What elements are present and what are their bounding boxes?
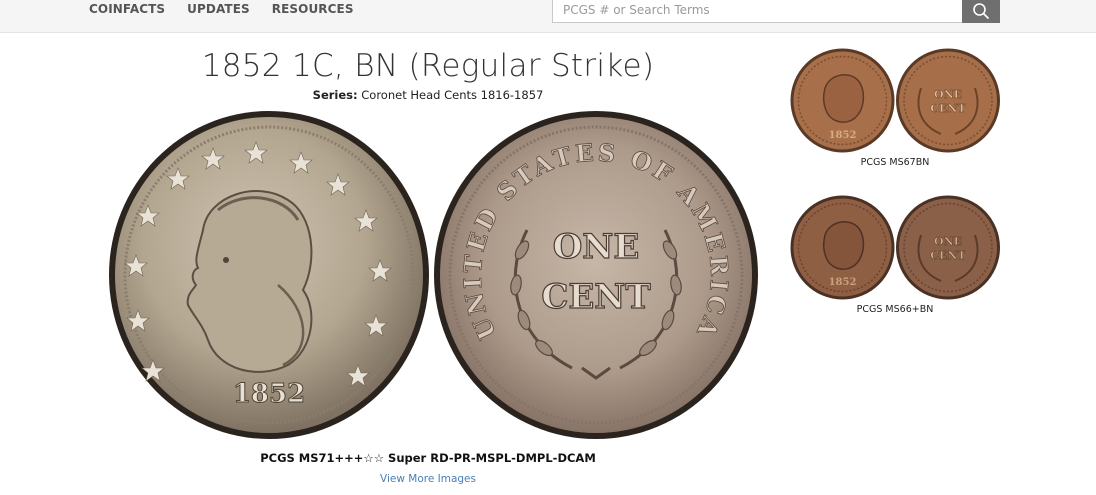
svg-text:CENT: CENT	[930, 102, 966, 115]
page-title: 1852 1C, BN (Regular Strike)	[201, 48, 655, 84]
nav-item-updates[interactable]: UPDATES	[187, 0, 250, 18]
series-line: Series: Coronet Head Cents 1816-1857	[90, 87, 766, 103]
search-box	[552, 0, 963, 23]
search-input[interactable]	[553, 0, 962, 22]
thumb-1-grade: PCGS MS67BN	[860, 157, 930, 168]
svg-text:1852: 1852	[829, 277, 857, 288]
svg-text:ONE: ONE	[934, 235, 962, 248]
search-button[interactable]	[962, 0, 1000, 23]
thumb-1-reverse[interactable]: ONE CENT	[896, 48, 1000, 153]
thumb-2-reverse[interactable]: ONE CENT	[896, 195, 1000, 300]
top-bar: COINFACTS UPDATES RESOURCES	[0, 0, 1096, 33]
reverse-line2: CENT	[541, 277, 650, 317]
svg-text:ONE: ONE	[934, 88, 962, 101]
view-more-images-link[interactable]: View More Images	[380, 473, 476, 485]
coin-obverse-image[interactable]: 1852	[108, 110, 430, 440]
series-value: Coronet Head Cents 1816-1857	[361, 88, 544, 102]
main-nav: COINFACTS UPDATES RESOURCES	[89, 0, 354, 18]
thumb-1-obverse[interactable]: 1852	[790, 48, 895, 153]
coin-reverse-image[interactable]: UNITED STATES OF AMERICA ONE CENT	[432, 110, 760, 440]
svg-text:1852: 1852	[829, 130, 857, 141]
thumb-2-grade: PCGS MS66+BN	[856, 304, 934, 315]
nav-item-coinfacts[interactable]: COINFACTS	[89, 0, 165, 18]
main-grade-label: PCGS MS71+++☆☆ Super RD-PR-MSPL-DMPL-DCA…	[260, 451, 596, 465]
obverse-date: 1852	[233, 379, 305, 409]
nav-item-resources[interactable]: RESOURCES	[272, 0, 354, 18]
search-icon	[973, 2, 989, 19]
reverse-line1: ONE	[553, 227, 640, 267]
svg-text:CENT: CENT	[930, 249, 966, 262]
series-label: Series:	[312, 88, 358, 102]
thumb-2-obverse[interactable]: 1852	[790, 195, 895, 300]
view-more-images: View More Images	[90, 472, 766, 486]
